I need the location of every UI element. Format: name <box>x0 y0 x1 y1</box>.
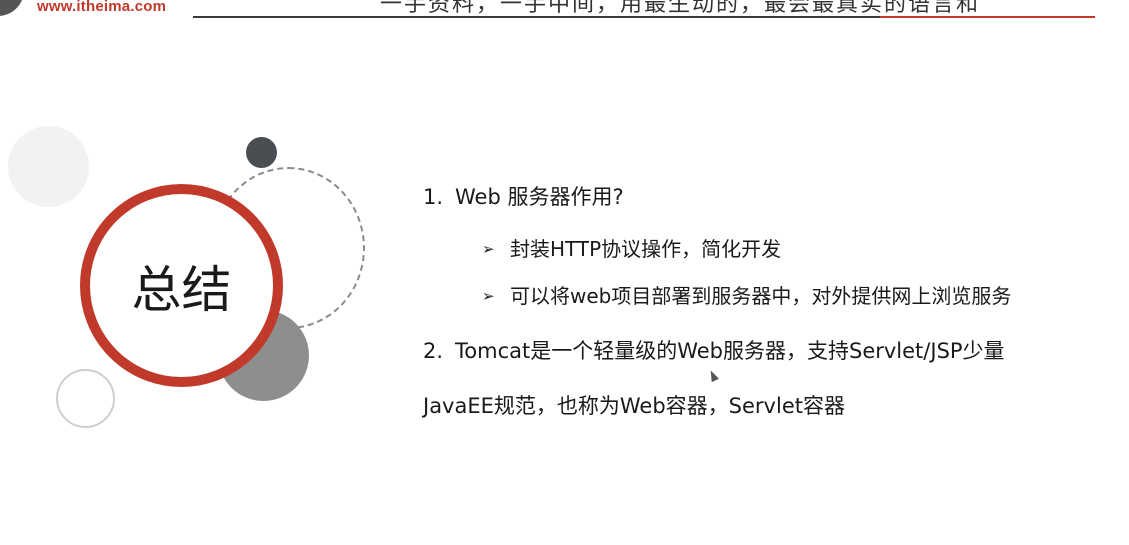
decor-circle-light <box>8 126 89 207</box>
item-number: 1. <box>423 185 444 209</box>
item-text: Web 服务器作用? <box>455 185 624 209</box>
sub-list-item: ➢ 可以将web项目部署到服务器中，对外提供网上浏览服务 <box>482 280 1011 309</box>
slide: www.itheima.com 一手资料，一手中间，用最生动的，最会最真实的语言… <box>0 0 1129 545</box>
decor-circle-dark <box>246 137 277 168</box>
header-divider-accent <box>880 16 1095 18</box>
item-number: 2. <box>423 339 444 363</box>
summary-title: 总结 <box>131 260 232 319</box>
sub-item-text: 封装HTTP协议操作，简化开发 <box>510 237 782 261</box>
logo-url-text: www.itheima.com <box>37 0 167 15</box>
list-item-continuation: JavaEE规范，也称为Web容器，Servlet容器 <box>423 394 845 418</box>
item-text: Tomcat是一个轻量级的Web服务器，支持Servlet/JSP少量 <box>455 339 1005 363</box>
itheima-logo-icon <box>0 0 24 16</box>
mouse-cursor-icon <box>707 368 719 383</box>
header-divider <box>193 16 880 18</box>
list-item: 2. Tomcat是一个轻量级的Web服务器，支持Servlet/JSP少量 <box>423 335 1005 365</box>
arrow-bullet-icon: ➢ <box>482 240 495 258</box>
sub-list-item: ➢ 封装HTTP协议操作，简化开发 <box>482 233 781 262</box>
arrow-bullet-icon: ➢ <box>482 287 495 305</box>
list-item: 1. Web 服务器作用? <box>423 181 624 211</box>
sub-item-text: 可以将web项目部署到服务器中，对外提供网上浏览服务 <box>510 284 1012 308</box>
